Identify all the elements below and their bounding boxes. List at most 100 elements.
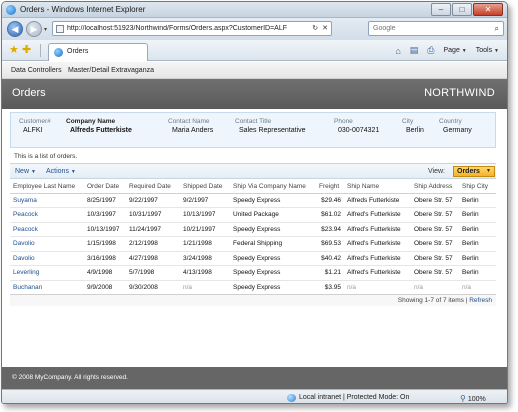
table-row[interactable]: Peacock 10/3/1997 10/31/1997 10/13/1997 … [10,207,496,223]
refresh-link[interactable]: Refresh [469,297,492,304]
forward-button[interactable]: ▶ [26,21,42,37]
tools-menu-label: Tools [475,47,493,54]
new-button[interactable]: New ▼ [15,168,36,175]
grid-toolbar: New ▼ Actions ▼ View: Orders ▼ [10,163,496,179]
column-header-shipped-date[interactable]: Shipped Date [180,181,230,194]
menu-item-master-detail[interactable]: Master/Detail Extravaganza [68,67,154,74]
page-content: Data Controllers Master/Detail Extravaga… [2,62,507,389]
column-header-required-date[interactable]: Required Date [126,181,180,194]
table-row[interactable]: Davolio 3/16/1998 4/27/1998 3/24/1998 Sp… [10,251,496,266]
view-selector[interactable]: Orders ▼ [453,166,495,177]
column-header-order-date[interactable]: Order Date [84,181,126,194]
grid-pager: Showing 1-7 of 7 items | Refresh [10,294,496,306]
cell-order-date: 9/9/2008 [84,280,126,295]
cell-ship-name: Alfred's Futterkiste [344,222,411,237]
table-row[interactable]: Peacock 10/13/1997 11/24/1997 10/21/1997… [10,222,496,237]
table-row[interactable]: Davolio 1/15/1998 2/12/1998 1/21/1998 Fe… [10,236,496,252]
cell-shipped-date: 4/13/1998 [180,265,230,281]
cell-order-date: 10/3/1997 [84,207,126,223]
cell-ship-city: n/a [459,280,496,295]
security-zone-text[interactable]: Local intranet | Protected Mode: On [299,394,409,401]
cell-ship-via: Speedy Express [230,222,316,237]
table-row[interactable]: Suyama 8/25/1997 9/22/1997 9/2/1997 Spee… [10,193,496,208]
column-header-employee[interactable]: Employee Last Name [10,181,84,194]
history-dropdown-icon[interactable]: ▾ [44,26,47,33]
pager-info: Showing 1-7 of 7 items | Refresh [398,297,492,304]
orders-grid: Employee Last Name Order Date Required D… [10,181,496,295]
cell-required-date: 9/30/2008 [126,280,180,295]
cell-ship-via: Speedy Express [230,193,316,208]
cell-ship-city: Berlin [459,207,496,223]
cell-employee[interactable]: Peacock [10,207,84,223]
page-menu[interactable]: Page ▼ [443,47,466,54]
url-tools: ↻ ✕ [312,23,328,34]
favorites-star-icon[interactable]: ★ [9,43,19,56]
cell-employee[interactable]: Suyama [10,193,84,208]
menu-item-data-controllers[interactable]: Data Controllers [11,67,62,74]
search-icon[interactable]: ⌕ [495,24,499,34]
chevron-down-icon: ▼ [30,169,36,175]
cell-shipped-date: 10/13/1997 [180,207,230,223]
site-menu: Data Controllers Master/Detail Extravaga… [2,62,507,79]
cell-ship-name: Alfred's Futterkiste [344,207,411,223]
zoom-icon: ⚲ [460,394,466,403]
cell-employee[interactable]: Peacock [10,222,84,237]
page-menu-label: Page [443,47,460,54]
home-icon[interactable]: ⌂ [395,46,400,56]
cell-freight: $23.94 [316,222,344,237]
field-value: Maria Anders [172,127,214,134]
cell-employee[interactable]: Davolio [10,251,84,266]
minimize-button[interactable]: – [431,3,451,16]
refresh-icon[interactable]: ↻ [312,23,318,34]
column-header-ship-address[interactable]: Ship Address [411,181,459,194]
maximize-button[interactable]: □ [452,3,472,16]
cell-ship-name: Alfred's Futterkiste [344,251,411,266]
print-icon[interactable]: ⎙ [427,45,434,56]
chevron-down-icon: ▼ [486,168,491,174]
page-title: Orders [12,87,46,99]
cell-required-date: 2/12/1998 [126,236,180,252]
column-header-freight[interactable]: Freight [316,181,344,194]
brand-logo: NORTHWIND [424,87,495,99]
table-row[interactable]: Leverling 4/9/1998 5/7/1998 4/13/1998 Sp… [10,265,496,281]
table-row[interactable]: Buchanan 9/9/2008 9/30/2008 n/a Speedy E… [10,280,496,295]
master-field-company-name: Company Name Alfreds Futterkiste [66,118,132,134]
add-favorite-icon[interactable]: ✚ [22,43,31,56]
cell-freight: $1.21 [316,265,344,281]
search-input[interactable] [373,23,483,34]
column-header-ship-name[interactable]: Ship Name [344,181,411,194]
master-field-phone: Phone 030-0074321 [334,118,379,134]
tools-menu[interactable]: Tools ▼ [476,47,499,54]
stop-icon[interactable]: ✕ [322,23,328,34]
tab-orders[interactable]: Orders [48,43,148,61]
cell-employee[interactable]: Leverling [10,265,84,281]
cell-shipped-date: 1/21/1998 [180,236,230,252]
url-input[interactable] [67,23,287,34]
view-selector-value: Orders [457,168,480,175]
field-value: Germany [443,127,472,134]
cell-order-date: 4/9/1998 [84,265,126,281]
cell-shipped-date: 10/21/1997 [180,222,230,237]
feeds-icon[interactable]: ▤ [410,45,419,56]
back-button[interactable]: ◀ [7,21,23,37]
column-header-ship-city[interactable]: Ship City [459,181,496,194]
cell-employee[interactable]: Davolio [10,236,84,252]
cell-employee[interactable]: Buchanan [10,280,84,295]
cell-ship-address: Obere Str. 57 [411,236,459,252]
browser-window: Orders - Windows Internet Explorer – □ ✕… [1,1,508,404]
cell-shipped-date: 9/2/1997 [180,193,230,208]
zoom-control[interactable]: ⚲ 100% [460,394,486,403]
close-button[interactable]: ✕ [473,3,503,16]
cell-ship-address: Obere Str. 57 [411,251,459,266]
actions-button[interactable]: Actions ▼ [46,168,76,175]
field-label: Company Name [66,118,116,125]
cell-ship-via: Speedy Express [230,280,316,295]
column-header-ship-via[interactable]: Ship Via Company Name [230,181,316,194]
title-bar: Orders - Windows Internet Explorer – □ ✕ [2,2,507,18]
new-button-label: New [15,168,30,175]
cell-freight: $61.02 [316,207,344,223]
cell-required-date: 9/22/1997 [126,193,180,208]
cell-required-date: 5/7/1998 [126,265,180,281]
master-record-panel: Customer# ALFKI Company Name Alfreds Fut… [10,112,496,148]
page-icon [56,25,64,33]
